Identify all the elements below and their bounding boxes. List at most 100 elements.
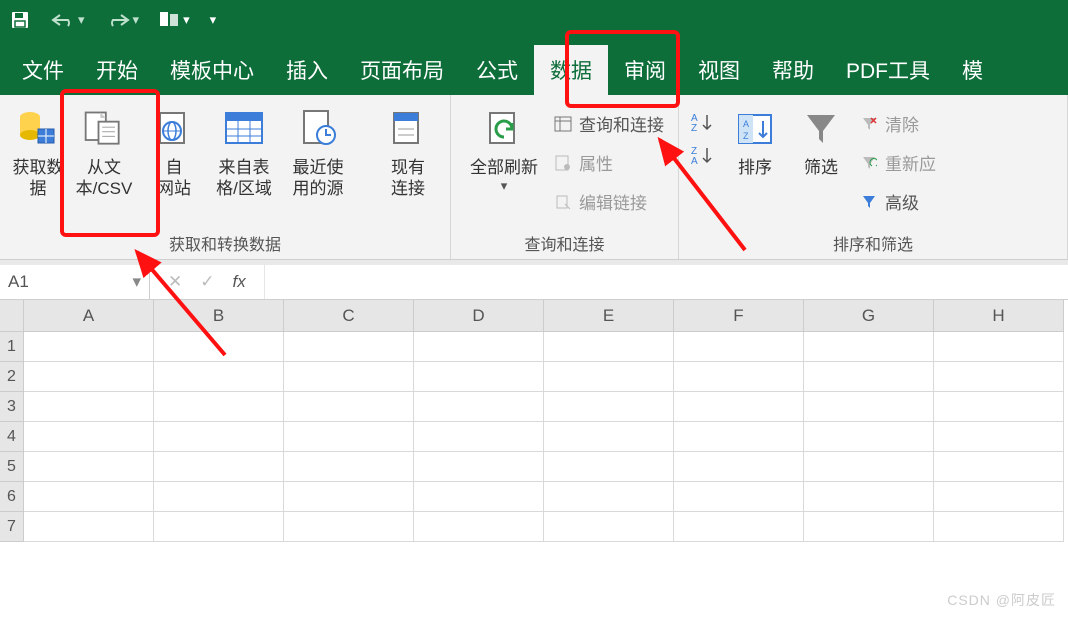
cell[interactable]	[154, 482, 284, 512]
cell[interactable]	[934, 362, 1064, 392]
formula-input[interactable]	[265, 265, 1068, 299]
tab-home[interactable]: 开始	[80, 45, 154, 95]
tab-templates[interactable]: 模板中心	[154, 45, 270, 95]
customize-qat-icon[interactable]: ▾	[210, 8, 217, 32]
cell[interactable]	[804, 452, 934, 482]
cell[interactable]	[544, 392, 674, 422]
cell[interactable]	[414, 482, 544, 512]
cell[interactable]	[804, 512, 934, 542]
cell[interactable]	[284, 482, 414, 512]
col-header[interactable]: A	[24, 300, 154, 332]
cell[interactable]	[544, 512, 674, 542]
row-header[interactable]: 4	[0, 422, 24, 452]
from-table-range-button[interactable]: 来自表 格/区域	[208, 101, 280, 200]
cell[interactable]	[804, 362, 934, 392]
cell[interactable]	[544, 362, 674, 392]
cell[interactable]	[24, 332, 154, 362]
cell[interactable]	[674, 452, 804, 482]
existing-connections-button[interactable]: 现有 连接	[376, 101, 440, 200]
tab-review[interactable]: 审阅	[608, 45, 682, 95]
cell[interactable]	[414, 422, 544, 452]
refresh-all-button[interactable]: 全部刷新 ▾	[461, 101, 547, 194]
row-header[interactable]: 2	[0, 362, 24, 392]
tab-layout[interactable]: 页面布局	[344, 45, 460, 95]
cell[interactable]	[674, 512, 804, 542]
select-all-corner[interactable]	[0, 300, 24, 332]
tab-more[interactable]: 模	[946, 45, 999, 95]
cell[interactable]	[544, 422, 674, 452]
row-header[interactable]: 6	[0, 482, 24, 512]
sort-desc-icon[interactable]: ZA	[689, 144, 715, 169]
cell[interactable]	[414, 332, 544, 362]
cell[interactable]	[154, 362, 284, 392]
recent-sources-button[interactable]: 最近使 用的源	[282, 101, 354, 200]
col-header[interactable]: B	[154, 300, 284, 332]
cell[interactable]	[24, 512, 154, 542]
filter-button[interactable]: 筛选	[789, 101, 853, 178]
col-header[interactable]: H	[934, 300, 1064, 332]
cell[interactable]	[154, 392, 284, 422]
cell[interactable]	[284, 362, 414, 392]
row-header[interactable]: 3	[0, 392, 24, 422]
advanced-filter-button[interactable]: 高级	[855, 185, 940, 218]
row-header[interactable]: 5	[0, 452, 24, 482]
cell[interactable]	[934, 452, 1064, 482]
cell[interactable]	[284, 392, 414, 422]
cell[interactable]	[934, 512, 1064, 542]
name-box[interactable]: A1 ▾	[0, 265, 150, 299]
cell[interactable]	[24, 362, 154, 392]
from-web-button[interactable]: 自 网站	[142, 101, 206, 200]
row-header[interactable]: 7	[0, 512, 24, 542]
sort-asc-icon[interactable]: AZ	[689, 111, 715, 136]
toolbar-extra-icon[interactable]: ▾	[159, 8, 190, 32]
col-header[interactable]: D	[414, 300, 544, 332]
tab-pdf[interactable]: PDF工具	[830, 45, 946, 95]
tab-file[interactable]: 文件	[6, 45, 80, 95]
cell[interactable]	[24, 392, 154, 422]
tab-insert[interactable]: 插入	[270, 45, 344, 95]
cell[interactable]	[154, 422, 284, 452]
cell[interactable]	[804, 392, 934, 422]
col-header[interactable]: C	[284, 300, 414, 332]
get-data-button[interactable]: 获取数 据	[10, 101, 66, 200]
cell[interactable]	[804, 422, 934, 452]
cell[interactable]	[284, 422, 414, 452]
cell[interactable]	[804, 482, 934, 512]
cell[interactable]	[674, 422, 804, 452]
cell[interactable]	[674, 482, 804, 512]
cell[interactable]	[414, 362, 544, 392]
cell[interactable]	[284, 332, 414, 362]
queries-connections-button[interactable]: 查询和连接	[549, 107, 668, 140]
cell[interactable]	[154, 332, 284, 362]
cell[interactable]	[414, 452, 544, 482]
from-text-csv-button[interactable]: 从文 本/CSV	[68, 101, 140, 200]
cell[interactable]	[934, 482, 1064, 512]
cell[interactable]	[24, 452, 154, 482]
tab-formulas[interactable]: 公式	[460, 45, 534, 95]
cell[interactable]	[804, 332, 934, 362]
cell[interactable]	[934, 392, 1064, 422]
cell[interactable]	[544, 452, 674, 482]
cell[interactable]	[414, 512, 544, 542]
cell[interactable]	[934, 332, 1064, 362]
cell[interactable]	[414, 392, 544, 422]
name-box-dropdown-icon[interactable]: ▾	[132, 272, 141, 292]
cell[interactable]	[284, 452, 414, 482]
cell[interactable]	[674, 362, 804, 392]
tab-data[interactable]: 数据	[534, 45, 608, 95]
cell[interactable]	[154, 512, 284, 542]
redo-icon[interactable]: ▾	[105, 8, 140, 32]
save-icon[interactable]	[10, 8, 30, 32]
cell[interactable]	[284, 512, 414, 542]
sort-button[interactable]: AZ 排序	[723, 101, 787, 178]
spreadsheet-grid[interactable]: ABCDEFGH 1234567	[0, 300, 1068, 542]
tab-help[interactable]: 帮助	[756, 45, 830, 95]
cell[interactable]	[674, 392, 804, 422]
cell[interactable]	[544, 332, 674, 362]
cell[interactable]	[24, 422, 154, 452]
undo-icon[interactable]: ▾	[50, 8, 85, 32]
cell[interactable]	[24, 482, 154, 512]
col-header[interactable]: G	[804, 300, 934, 332]
fx-icon[interactable]: fx	[233, 272, 246, 292]
cell[interactable]	[674, 332, 804, 362]
